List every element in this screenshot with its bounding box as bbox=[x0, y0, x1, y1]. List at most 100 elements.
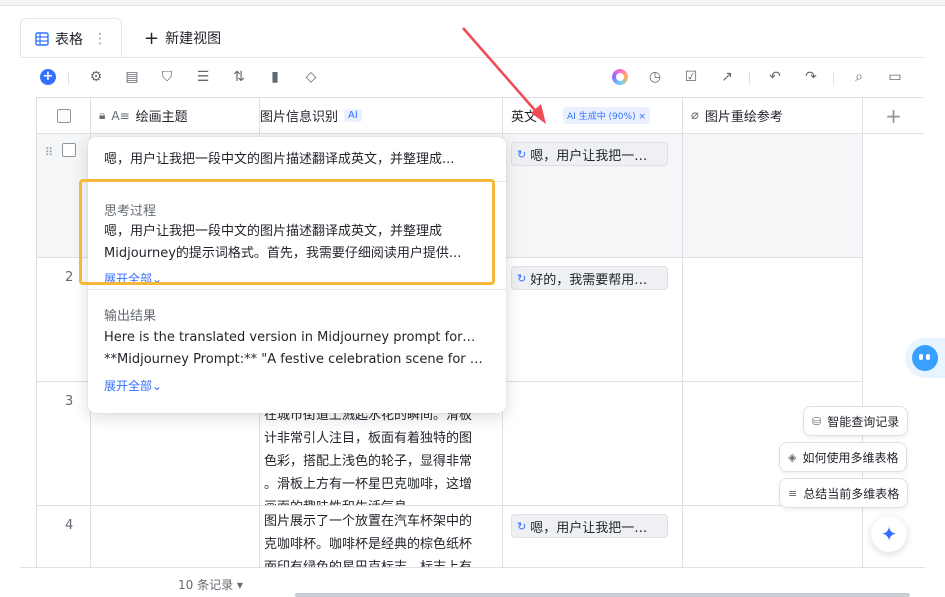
add-record-icon[interactable]: + bbox=[40, 69, 56, 85]
lock-icon: 🔒︎ bbox=[99, 108, 106, 122]
sparkle-ai-button[interactable]: ✦ bbox=[871, 516, 907, 552]
smart-query-label: 智能查询记录 bbox=[827, 414, 900, 429]
header-english-label: 英文 bbox=[511, 110, 538, 125]
table-row[interactable]: 4 图片展示了一个放置在汽车杯架中的 克咖啡杯。咖啡杯是经典的棕色纸杯 面印有绿… bbox=[37, 506, 863, 568]
chevron-down-icon: ⌄ bbox=[152, 379, 163, 393]
how-to-use-button[interactable]: ◈ 如何使用多维表格 bbox=[779, 442, 908, 472]
fill-color-icon[interactable]: ◇ bbox=[302, 68, 320, 86]
text-line: 画面的趣味性和生活气息。... bbox=[264, 496, 498, 505]
recognition-text: 在城市街道上溅起水花的瞬间。滑板 计非常引人注目，板面有着独特的图 色彩，搭配上… bbox=[264, 404, 498, 505]
smart-query-button[interactable]: ⛁ 智能查询记录 bbox=[803, 406, 909, 436]
row-number-cell[interactable]: 4 bbox=[37, 506, 91, 568]
record-count-dropdown[interactable]: 10 条记录 ▾ bbox=[178, 576, 243, 593]
header-select-all[interactable] bbox=[37, 98, 91, 134]
expand-all-link[interactable]: 展开全部⌄ bbox=[104, 377, 162, 394]
english-cell[interactable] bbox=[503, 382, 683, 505]
database-icon: ⛁ bbox=[812, 414, 822, 428]
ai-output-chip[interactable]: ↻ 嗯，用户让我把一… bbox=[511, 514, 668, 538]
output-result-title: 输出结果 bbox=[104, 309, 157, 324]
left-gutter bbox=[0, 6, 20, 597]
chip-text: 嗯，用户让我把一… bbox=[530, 148, 648, 164]
header-topic[interactable]: 🔒︎ A≡ 绘画主题 bbox=[91, 98, 260, 134]
text-line: 色彩，搭配上浅色的轮子，显得非常 bbox=[264, 454, 473, 469]
redo-icon[interactable]: ↷ bbox=[802, 68, 820, 86]
filter-icon[interactable]: ⛉ bbox=[158, 68, 176, 86]
view-tabs: 表格 ⋮ + 新建视图 bbox=[20, 18, 235, 58]
english-cell[interactable]: ↻ 嗯，用户让我把一… bbox=[503, 506, 683, 568]
row-number: 4 bbox=[65, 518, 74, 533]
tab-table-label: 表格 bbox=[55, 31, 83, 48]
text-line: 。滑板上方有一杯星巴克咖啡，这增 bbox=[264, 477, 473, 492]
drag-handle-icon[interactable]: ⠿ bbox=[45, 146, 53, 159]
share-icon[interactable]: ↗ bbox=[718, 68, 736, 86]
output-text-line: Here is the translated version in Midjou… bbox=[104, 330, 486, 345]
text-line: 计非常引人注目，板面有着独特的图 bbox=[264, 431, 473, 446]
graduation-cap-icon: ◈ bbox=[788, 450, 797, 464]
how-to-use-label: 如何使用多维表格 bbox=[802, 450, 899, 465]
table-icon bbox=[35, 31, 49, 46]
row-height-icon[interactable]: ▮ bbox=[266, 68, 284, 86]
english-cell[interactable]: ↻ 好的，我需要帮用… bbox=[503, 258, 683, 381]
check-icon[interactable]: ☑ bbox=[682, 68, 700, 86]
settings-icon[interactable]: ⚙ bbox=[87, 68, 105, 86]
header-recognition[interactable]: 图片信息识别 AI bbox=[260, 98, 503, 134]
ai-generate-icon: ↻ bbox=[517, 271, 527, 285]
row-number-cell[interactable]: 3 bbox=[37, 382, 91, 505]
toolbar-divider bbox=[749, 71, 750, 85]
field-config-icon[interactable]: ▤ bbox=[123, 68, 141, 86]
header-english[interactable]: 英文 AI 生成中 (90%) × bbox=[503, 98, 683, 134]
comment-icon[interactable]: ▭ bbox=[886, 68, 904, 86]
ai-progress-text: AI 生成中 (90%) bbox=[567, 112, 636, 122]
ai-generate-icon: ↻ bbox=[517, 519, 527, 533]
tab-divider bbox=[20, 57, 925, 58]
select-all-checkbox[interactable] bbox=[56, 108, 71, 123]
redraw-cell[interactable] bbox=[683, 506, 863, 568]
recognition-cell[interactable]: 图片展示了一个放置在汽车杯架中的 克咖啡杯。咖啡杯是经典的棕色纸杯 面印有绿色的… bbox=[260, 506, 503, 568]
caret-down-icon: ▾ bbox=[236, 578, 243, 592]
header-redraw[interactable]: ⌀ 图片重绘参考 bbox=[683, 98, 863, 134]
tab-table[interactable]: 表格 ⋮ bbox=[20, 18, 122, 58]
ai-progress-badge[interactable]: AI 生成中 (90%) × bbox=[563, 107, 650, 124]
record-count-label: 10 条记录 bbox=[178, 578, 234, 592]
topic-cell[interactable] bbox=[91, 506, 260, 568]
assistant-bot-button[interactable] bbox=[905, 338, 945, 378]
search-icon[interactable]: ⌕ bbox=[850, 68, 868, 86]
row-number: 2 bbox=[65, 270, 74, 285]
undo-icon[interactable]: ↶ bbox=[766, 68, 784, 86]
english-cell[interactable]: ↻ 嗯，用户让我把一… bbox=[503, 134, 683, 257]
new-view-button[interactable]: + 新建视图 bbox=[130, 18, 235, 58]
page: 表格 ⋮ + 新建视图 + ⚙ ▤ ⛉ ☰ ⇅ ▮ ◇ ◷ ☑ ↗ ↶ ↷ ⌕ … bbox=[0, 0, 945, 597]
attachment-icon: ⌀ bbox=[691, 108, 699, 123]
group-icon[interactable]: ☰ bbox=[194, 68, 212, 86]
ai-output-chip[interactable]: ↻ 嗯，用户让我把一… bbox=[511, 142, 668, 166]
chip-text: 好的，我需要帮用… bbox=[530, 272, 648, 288]
sparkle-icon: ✦ bbox=[880, 522, 898, 546]
recognition-text: 图片展示了一个放置在汽车杯架中的 克咖啡杯。咖啡杯是经典的棕色纸杯 面印有绿色的… bbox=[264, 510, 498, 568]
horizontal-scrollbar[interactable] bbox=[295, 593, 910, 597]
sort-icon[interactable]: ⇅ bbox=[230, 68, 248, 86]
text-field-icon: A≡ bbox=[111, 108, 130, 123]
more-vertical-icon[interactable]: ⋮ bbox=[93, 31, 107, 47]
history-icon[interactable]: ◷ bbox=[646, 68, 664, 86]
ai-output-chip[interactable]: ↻ 好的，我需要帮用… bbox=[511, 266, 668, 290]
chip-text: 嗯，用户让我把一… bbox=[530, 520, 648, 536]
redraw-cell[interactable] bbox=[683, 258, 863, 381]
top-strip bbox=[0, 0, 945, 6]
ai-generate-icon: ↻ bbox=[517, 147, 527, 161]
output-text-line: **Midjourney Prompt:** "A festive celebr… bbox=[104, 352, 486, 367]
toolbar: + ⚙ ▤ ⛉ ☰ ⇅ ▮ ◇ ◷ ☑ ↗ ↶ ↷ ⌕ ▭ bbox=[36, 62, 916, 92]
ai-assistant-icon[interactable] bbox=[612, 69, 628, 85]
redraw-cell[interactable] bbox=[683, 134, 863, 257]
list-icon: ≡ bbox=[788, 486, 798, 500]
popover-summary-line: 嗯，用户让我把一段中文的图片描述翻译成英文，并整理成... bbox=[104, 152, 455, 167]
toolbar-divider bbox=[833, 71, 834, 85]
header-recognition-label: 图片信息识别 bbox=[260, 110, 339, 125]
toolbar-divider bbox=[68, 71, 69, 85]
summarize-button[interactable]: ≡ 总结当前多维表格 bbox=[779, 478, 909, 508]
row-checkbox[interactable] bbox=[62, 143, 76, 157]
add-column-button[interactable]: + bbox=[863, 98, 924, 134]
popover-divider bbox=[88, 289, 506, 290]
plus-icon: + bbox=[144, 27, 160, 49]
text-line: 图片展示了一个放置在汽车杯架中的 bbox=[264, 514, 473, 529]
ai-tag: AI bbox=[344, 109, 362, 122]
